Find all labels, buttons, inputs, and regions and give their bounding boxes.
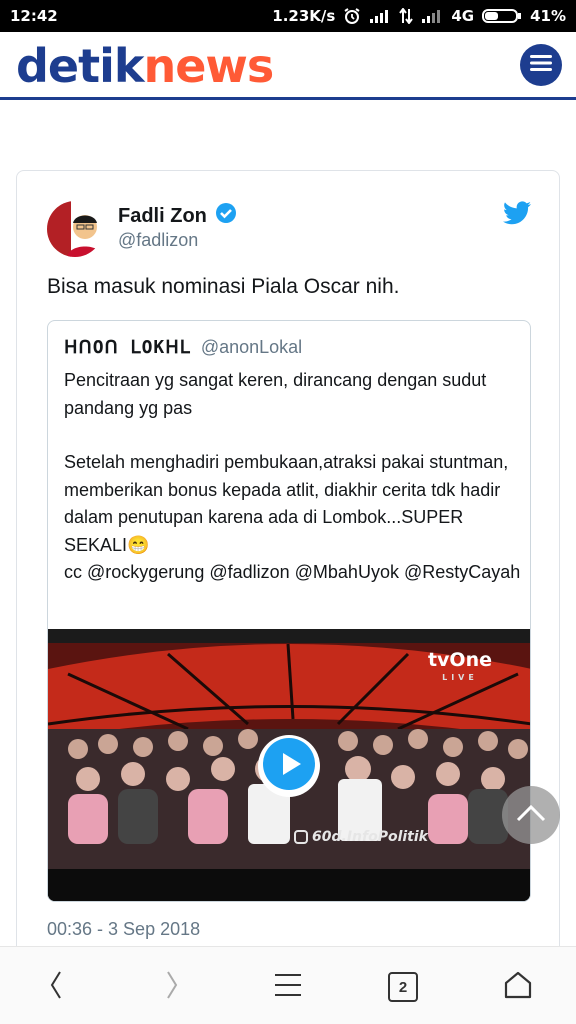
site-logo[interactable]: detiknews <box>16 38 274 94</box>
forward-icon <box>164 970 180 1005</box>
signal-icon-2 <box>421 9 443 23</box>
battery-level: 41% <box>530 7 566 25</box>
alarm-icon <box>343 7 361 25</box>
network-speed: 1.23K/s <box>272 7 336 25</box>
chevron-up-icon <box>516 804 546 827</box>
video-player[interactable]: tvOne LIVE 60d.InfoPolitik <box>48 629 530 901</box>
tweet-timestamp[interactable]: 00:36 - 3 Sep 2018 <box>47 919 200 940</box>
twitter-bird-icon[interactable] <box>503 201 531 230</box>
author-avatar[interactable] <box>47 201 103 257</box>
quoted-author-name: ᕼᑎOᑎ ᒪOKᕼᒪ <box>64 337 191 358</box>
tabs-icon: 2 <box>388 972 418 1002</box>
logo-detik: detik <box>16 39 144 93</box>
tweet-text: Bisa masuk nominasi Piala Oscar nih. <box>47 275 400 298</box>
quoted-tweet-text: Pencitraan yg sangat keren, dirancang de… <box>64 367 522 587</box>
back-icon <box>48 970 64 1005</box>
play-icon <box>262 737 316 796</box>
menu-nav-button[interactable] <box>268 967 308 1007</box>
status-bar: 12:42 1.23K/s 4G 41% <box>0 0 576 32</box>
verified-badge-icon <box>215 202 237 230</box>
channel-logo: tvOne LIVE <box>428 651 492 687</box>
home-icon <box>503 970 533 1005</box>
tabs-button[interactable]: 2 <box>383 967 423 1007</box>
quoted-author-row[interactable]: ᕼᑎOᑎ ᒪOKᕼᒪ @anonLokal <box>64 337 302 358</box>
data-transfer-icon <box>399 8 414 24</box>
browser-navbar: 2 <box>0 946 576 1024</box>
status-time: 12:42 <box>10 7 58 25</box>
menu-button[interactable] <box>520 44 562 86</box>
battery-icon <box>482 8 522 24</box>
quoted-paragraph-2: Setelah menghadiri pembukaan,atraksi pak… <box>64 452 509 555</box>
quoted-paragraph-3: cc @rockygerung @fadlizon @MbahUyok @Res… <box>64 562 521 582</box>
signal-icon <box>369 9 391 23</box>
menu-icon <box>275 973 301 1002</box>
play-button[interactable] <box>258 735 320 797</box>
network-type: 4G <box>451 7 475 25</box>
channel-name: tvOne <box>427 649 492 671</box>
author-name: Fadli Zon <box>118 204 207 227</box>
embedded-tweet[interactable]: Fadli Zon @fadlizon Bisa masuk nominasi … <box>16 170 560 970</box>
author-handle[interactable]: @fadlizon <box>118 230 198 251</box>
quoted-tweet[interactable]: ᕼᑎOᑎ ᒪOKᕼᒪ @anonLokal Pencitraan yg sang… <box>47 320 531 902</box>
home-button[interactable] <box>498 967 538 1007</box>
quoted-paragraph-1: Pencitraan yg sangat keren, dirancang de… <box>64 370 487 418</box>
status-right: 1.23K/s 4G 41% <box>272 7 566 25</box>
instagram-icon <box>294 830 308 844</box>
video-watermark: 60d.InfoPolitik <box>294 829 428 845</box>
forward-button[interactable] <box>152 967 192 1007</box>
author-name-row[interactable]: Fadli Zon <box>118 202 237 230</box>
hamburger-icon <box>530 54 552 77</box>
logo-news: news <box>143 39 274 93</box>
site-header: detiknews <box>0 32 576 100</box>
back-button[interactable] <box>36 967 76 1007</box>
watermark-text: 60d.InfoPolitik <box>312 829 428 845</box>
channel-sub: LIVE <box>442 673 478 682</box>
quoted-author-handle: @anonLokal <box>200 337 303 357</box>
scroll-to-top-button[interactable] <box>502 786 560 844</box>
